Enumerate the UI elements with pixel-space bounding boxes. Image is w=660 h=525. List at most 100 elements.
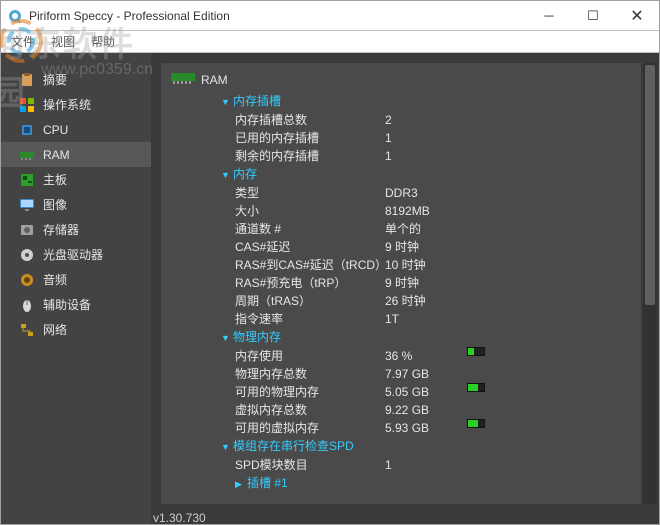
sidebar-item-label: 光盘驱动器: [43, 246, 103, 263]
sidebar-item-label: 主板: [43, 171, 67, 188]
detail-value: 5.93 GB: [385, 419, 465, 437]
detail-row: 内存插槽总数2: [235, 111, 631, 129]
detail-row: 剩余的内存插槽1: [235, 147, 631, 165]
speaker-icon: [19, 272, 35, 288]
detail-row: 通道数 #单个的: [235, 220, 631, 238]
detail-key: CAS#延迟: [235, 238, 385, 256]
ram-chip-icon: [171, 71, 195, 88]
detail-row: 虚拟内存总数9.22 GB: [235, 401, 631, 419]
windows-icon: [19, 97, 35, 113]
detail-row: 可用的物理内存5.05 GB: [235, 383, 631, 401]
detail-key: 剩余的内存插槽: [235, 147, 385, 165]
app-icon: [7, 8, 23, 24]
detail-value: 36 %: [385, 347, 465, 365]
detail-key: 物理内存总数: [235, 365, 385, 383]
clipboard-icon: [19, 72, 35, 88]
sidebar-item-motherboard[interactable]: 主板: [1, 167, 151, 192]
window-title: Piriform Speccy - Professional Edition: [29, 9, 527, 23]
sidebar-item-label: 操作系统: [43, 96, 91, 113]
section-title: RAM: [201, 73, 228, 87]
detail-value: 1: [385, 456, 465, 474]
detail-key: 大小: [235, 202, 385, 220]
detail-key: 类型: [235, 184, 385, 202]
detail-row: CAS#延迟9 时钟: [235, 238, 631, 256]
sidebar-item-label: 辅助设备: [43, 296, 91, 313]
sidebar-item-label: CPU: [43, 123, 68, 137]
mouse-icon: [19, 297, 35, 313]
sidebar-item-storage[interactable]: 存储器: [1, 217, 151, 242]
cpu-icon: [19, 122, 35, 138]
detail-row: RAS#预充电（tRP）9 时钟: [235, 274, 631, 292]
sidebar-item-audio[interactable]: 音频: [1, 267, 151, 292]
maximize-button[interactable]: ☐: [571, 1, 615, 30]
menu-view[interactable]: 视图: [51, 33, 75, 50]
network-icon: [19, 322, 35, 338]
vertical-scrollbar[interactable]: [643, 63, 657, 504]
motherboard-icon: [19, 172, 35, 188]
detail-value: 9 时钟: [385, 274, 465, 292]
tree-group-header[interactable]: ▼内存插槽: [221, 92, 631, 111]
detail-value: 单个的: [385, 220, 465, 238]
detail-value: 5.05 GB: [385, 383, 465, 401]
detail-row: 类型DDR3: [235, 184, 631, 202]
detail-value: 2: [385, 111, 465, 129]
detail-row: RAS#到CAS#延迟（tRCD）10 时钟: [235, 256, 631, 274]
sidebar-item-network[interactable]: 网络: [1, 317, 151, 342]
tree-group-header[interactable]: ▼内存: [221, 165, 631, 184]
detail-value: 1: [385, 147, 465, 165]
detail-key: 周期（tRAS）: [235, 292, 385, 310]
sidebar-item-label: RAM: [43, 148, 70, 162]
scrollbar-thumb[interactable]: [645, 65, 655, 305]
tree-subgroup-header[interactable]: ▶插槽 #1: [235, 474, 631, 493]
detail-value: 7.97 GB: [385, 365, 465, 383]
usage-bar: [467, 419, 485, 428]
tree-group-header[interactable]: ▼物理内存: [221, 328, 631, 347]
title-bar: Piriform Speccy - Professional Edition ─…: [1, 1, 659, 31]
sidebar-item-label: 图像: [43, 196, 67, 213]
detail-key: SPD模块数目: [235, 456, 385, 474]
detail-row: 可用的虚拟内存5.93 GB: [235, 419, 631, 437]
ram-icon: [19, 147, 35, 163]
version-label: v1.30.730: [153, 511, 206, 524]
menu-help[interactable]: 帮助: [91, 33, 115, 50]
detail-key: 通道数 #: [235, 220, 385, 238]
detail-row: 物理内存总数7.97 GB: [235, 365, 631, 383]
detail-row: SPD模块数目1: [235, 456, 631, 474]
close-button[interactable]: ✕: [615, 1, 659, 30]
sidebar: 河东软件园 www.pc0359.cn 摘要 操作系统 CPU RAM: [1, 53, 151, 524]
detail-value: 26 时钟: [385, 292, 465, 310]
sidebar-item-summary[interactable]: 摘要: [1, 67, 151, 92]
detail-value: 1T: [385, 310, 465, 328]
detail-key: 指令速率: [235, 310, 385, 328]
minimize-button[interactable]: ─: [527, 1, 571, 30]
detail-panel: RAM ▼内存插槽内存插槽总数2已用的内存插槽1剩余的内存插槽1▼内存类型DDR…: [161, 63, 641, 504]
detail-key: 可用的虚拟内存: [235, 419, 385, 437]
detail-key: 内存使用: [235, 347, 385, 365]
sidebar-item-graphics[interactable]: 图像: [1, 192, 151, 217]
sidebar-item-os[interactable]: 操作系统: [1, 92, 151, 117]
monitor-icon: [19, 197, 35, 213]
sidebar-item-peripherals[interactable]: 辅助设备: [1, 292, 151, 317]
menu-file[interactable]: 文件: [11, 33, 35, 50]
detail-key: RAS#预充电（tRP）: [235, 274, 385, 292]
sidebar-item-ram[interactable]: RAM: [1, 142, 151, 167]
detail-key: 已用的内存插槽: [235, 129, 385, 147]
disc-icon: [19, 247, 35, 263]
tree-group-header[interactable]: ▼模组存在串行检查SPD: [221, 437, 631, 456]
menu-bar: 文件 视图 帮助: [1, 31, 659, 53]
detail-value: 8192MB: [385, 202, 465, 220]
detail-key: RAS#到CAS#延迟（tRCD）: [235, 256, 385, 274]
detail-row: 大小8192MB: [235, 202, 631, 220]
sidebar-item-cpu[interactable]: CPU: [1, 117, 151, 142]
sidebar-item-optical[interactable]: 光盘驱动器: [1, 242, 151, 267]
detail-value: DDR3: [385, 184, 465, 202]
usage-bar: [467, 347, 485, 356]
detail-row: 周期（tRAS）26 时钟: [235, 292, 631, 310]
detail-row: 已用的内存插槽1: [235, 129, 631, 147]
detail-value: 9.22 GB: [385, 401, 465, 419]
detail-key: 可用的物理内存: [235, 383, 385, 401]
detail-key: 虚拟内存总数: [235, 401, 385, 419]
detail-value: 10 时钟: [385, 256, 465, 274]
detail-key: 内存插槽总数: [235, 111, 385, 129]
detail-value: 1: [385, 129, 465, 147]
